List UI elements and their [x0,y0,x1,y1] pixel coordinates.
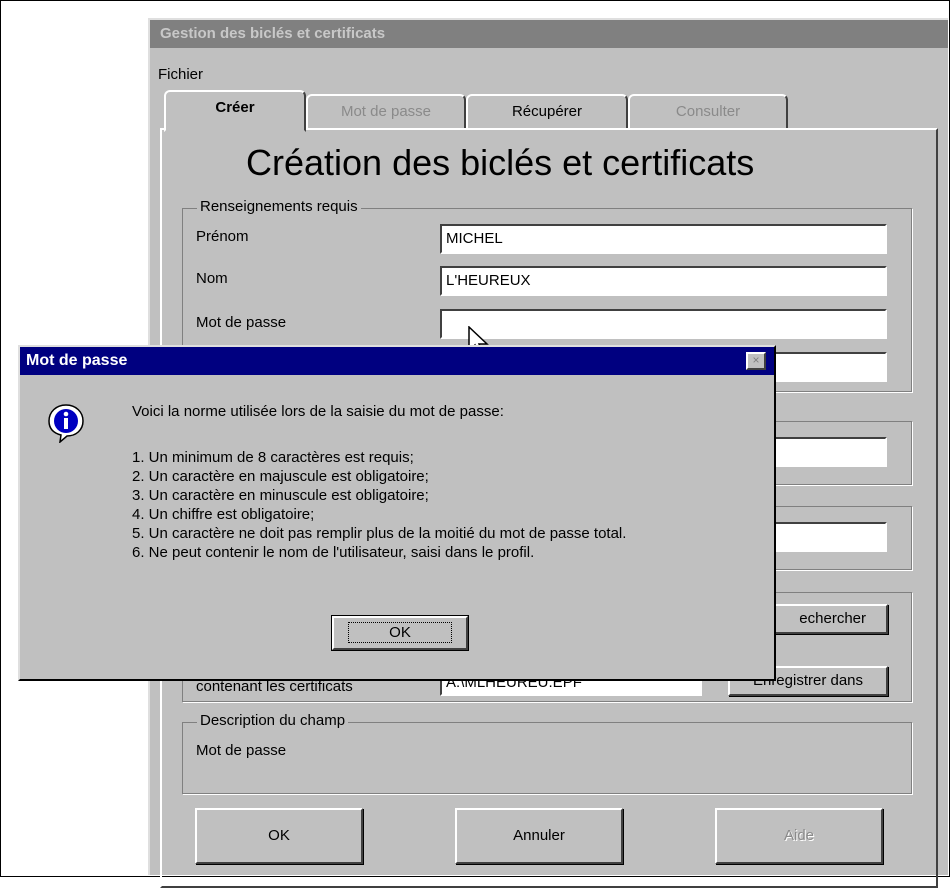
dialog-ok-button[interactable]: OK [332,616,468,650]
nom-field[interactable]: L'HEUREUX [440,266,887,296]
rule-5: 5. Un caractère ne doit pas remplir plus… [132,525,627,542]
tab-consulter: Consulter [628,94,788,130]
rule-4: 4. Un chiffre est obligatoire; [132,506,315,523]
password-rules-dialog: Mot de passe × Voici la norme utilisée l… [18,345,776,681]
help-button: Aide [715,808,883,864]
dialog-intro: Voici la norme utilisée lors de la saisi… [132,403,504,420]
prenom-label: Prénom [196,228,249,245]
description-group: Description du champ [182,712,912,794]
cancel-button[interactable]: Annuler [455,808,623,864]
menu-fichier[interactable]: Fichier [158,66,203,83]
rule-1: 1. Un minimum de 8 caractères est requis… [132,449,414,466]
rule-2: 2. Un caractère en majuscule est obligat… [132,468,429,485]
mot-de-passe-label: Mot de passe [196,314,287,331]
mot-de-passe-field[interactable] [440,309,887,339]
rule-3: 3. Un caractère en minuscule est obligat… [132,487,429,504]
required-info-label: Renseignements requis [197,198,361,215]
tab-creer[interactable]: Créer [164,90,306,132]
dialog-title: Mot de passe [20,347,774,375]
info-icon [48,404,84,443]
window-title: Gestion des biclés et certificats [150,20,948,48]
hidden-field-1[interactable] [760,437,887,467]
tab-mot-de-passe: Mot de passe [306,94,466,130]
tab-recuperer[interactable]: Récupérer [466,94,628,130]
hidden-field-2[interactable] [760,522,887,552]
rule-6: 6. Ne peut contenir le nom de l'utilisat… [132,544,535,561]
page-title: Création des biclés et certificats [246,142,755,183]
description-label: Description du champ [197,712,349,729]
prenom-field[interactable]: MICHEL [440,224,887,254]
close-icon[interactable]: × [746,352,766,370]
dialog-ok-label: OK [348,622,452,643]
description-text: Mot de passe [196,742,287,759]
nom-label: Nom [196,270,228,287]
ok-button[interactable]: OK [195,808,363,864]
